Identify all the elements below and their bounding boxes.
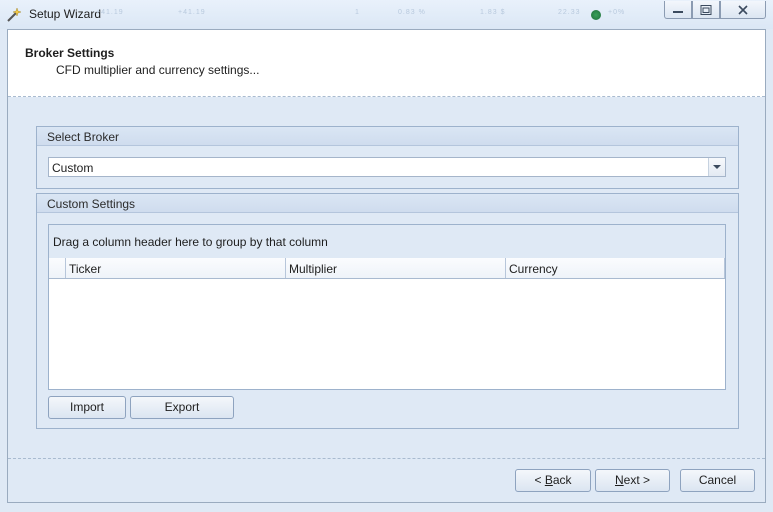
- broker-dropdown-button[interactable]: [708, 158, 725, 176]
- column-header-currency[interactable]: Currency: [506, 258, 725, 278]
- group-title: Select Broker: [47, 130, 120, 144]
- broker-select-value: Custom: [52, 161, 94, 175]
- column-header-label: Multiplier: [289, 262, 338, 276]
- custom-settings-group: Custom Settings Drag a column header her…: [36, 193, 739, 429]
- column-header-label: Currency: [509, 262, 558, 276]
- restore-button[interactable]: [692, 1, 720, 19]
- status-dot-icon: [591, 10, 601, 20]
- background-blur-text: 1: [355, 9, 360, 16]
- next-button[interactable]: Next >: [595, 469, 670, 492]
- background-blur-text: +41.19: [96, 9, 124, 16]
- window-title: Setup Wizard: [29, 7, 102, 21]
- next-accelerator: N: [614, 473, 624, 487]
- page-subtitle: CFD multiplier and currency settings...: [56, 63, 260, 77]
- back-prefix: <: [534, 473, 545, 487]
- close-button[interactable]: [720, 1, 766, 19]
- back-rest: ack: [552, 473, 572, 487]
- page-title: Broker Settings: [25, 46, 115, 60]
- grid-body[interactable]: [49, 279, 725, 389]
- wizard-wand-icon: [7, 7, 22, 22]
- footer-divider: [8, 458, 765, 459]
- group-header: Select Broker: [37, 127, 738, 146]
- group-title: Custom Settings: [47, 197, 136, 211]
- row-indicator-header[interactable]: [49, 258, 66, 278]
- next-rest: ext >: [623, 473, 651, 487]
- group-by-panel[interactable]: Drag a column header here to group by th…: [49, 225, 725, 259]
- wizard-client-area: Broker Settings CFD multiplier and curre…: [7, 29, 766, 503]
- cancel-button[interactable]: Cancel: [680, 469, 755, 492]
- chevron-down-icon: [713, 165, 721, 169]
- back-button[interactable]: < Back: [515, 469, 591, 492]
- background-blur-text: +0%: [608, 9, 626, 16]
- background-blur-text: 1.83 $: [480, 9, 506, 16]
- background-blur-text: 22.33: [558, 9, 581, 16]
- grid-header-row: Ticker Multiplier Currency: [49, 258, 725, 279]
- column-header-label: Ticker: [69, 262, 102, 276]
- settings-grid[interactable]: Drag a column header here to group by th…: [48, 224, 726, 390]
- column-header-multiplier[interactable]: Multiplier: [286, 258, 506, 278]
- restore-icon: [700, 4, 712, 15]
- background-blur-text: +41.19: [178, 9, 206, 16]
- broker-select[interactable]: Custom: [48, 157, 726, 177]
- column-header-ticker[interactable]: Ticker: [66, 258, 286, 278]
- wizard-header: Broker Settings CFD multiplier and curre…: [8, 30, 765, 97]
- minimize-icon: [673, 10, 683, 13]
- back-accelerator: B: [544, 473, 553, 487]
- close-icon: [738, 4, 748, 15]
- import-button[interactable]: Import: [48, 396, 126, 419]
- background-blur-text: 0.83 %: [398, 9, 426, 16]
- export-button[interactable]: Export: [130, 396, 234, 419]
- minimize-button[interactable]: [664, 1, 692, 19]
- title-bar[interactable]: Setup Wizard +41.19 +41.19 1 0.83 % 1.83…: [0, 0, 773, 29]
- group-by-hint: Drag a column header here to group by th…: [53, 235, 328, 249]
- select-broker-group: Select Broker Custom: [36, 126, 739, 189]
- group-header: Custom Settings: [37, 194, 738, 213]
